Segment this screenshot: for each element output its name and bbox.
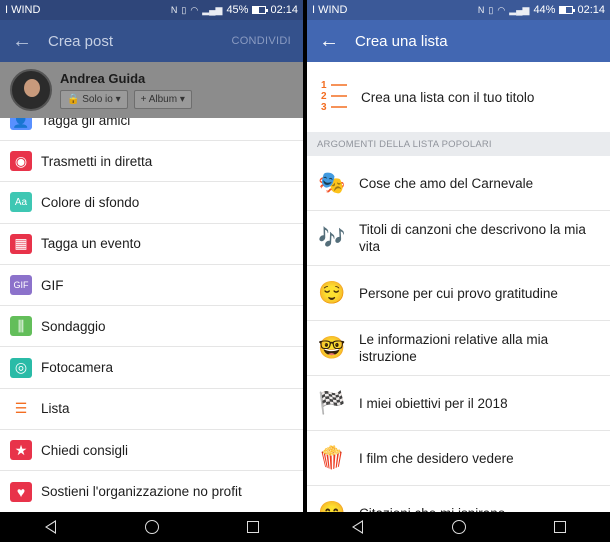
clock: 02:14 — [577, 4, 605, 16]
android-nav-bar — [307, 512, 610, 542]
poll-icon: ⫼ — [10, 316, 32, 337]
topic-item[interactable]: 🤓 Le informazioni relative alla mia istru… — [307, 321, 610, 376]
menu-item-label: Trasmetti in diretta — [41, 153, 153, 169]
create-list-label: Crea una lista con il tuo titolo — [361, 89, 535, 105]
share-button[interactable]: CONDIVIDI — [231, 35, 291, 47]
post-options-list: 👤 Tagga gli amici ◉ Trasmetti in diretta Aa C… — [0, 100, 303, 512]
topic-item[interactable]: 🎶 Titoli di canzoni che descrivono la mia… — [307, 211, 610, 266]
nav-recents-button[interactable] — [548, 515, 572, 539]
nonprofit-heart-icon: ♥ — [10, 481, 32, 502]
topic-label: Titoli di canzoni che descrivono la mia … — [359, 222, 586, 254]
music-notes-icon: 🎶 — [318, 225, 346, 250]
topic-item[interactable]: 🎭 Cose che amo del Carnevale — [307, 156, 610, 211]
menu-item-label: Chiedi consigli — [41, 442, 129, 458]
app-bar: ← Crea una lista — [307, 20, 610, 62]
clock: 02:14 — [270, 4, 298, 16]
list-icon: ☰ — [14, 400, 28, 417]
recents-square-icon — [553, 521, 566, 533]
nerd-face-icon: 🤓 — [318, 335, 346, 360]
topic-label: Le informazioni relative alla mia istruz… — [359, 332, 549, 364]
home-circle-icon — [451, 520, 466, 534]
menu-item-label: GIF — [41, 277, 64, 293]
menu-item[interactable]: ☰ Lista — [0, 387, 303, 430]
menu-item[interactable]: ♥ Sostieni l'organizzazione no profit — [0, 470, 303, 512]
status-bar: I WIND N ▯ ◠ ▂▄▆ 45% 02:14 — [0, 0, 303, 20]
topic-label: Cose che amo del Carnevale — [359, 175, 534, 191]
menu-item-label: Tagga un evento — [41, 236, 141, 252]
right-screen: I WIND N ▯ ◠ ▂▄▆ 44% 02:14 ← Crea una li… — [307, 0, 610, 542]
battery-percent: 45% — [226, 4, 249, 16]
album-selector[interactable]: + Album ▾ — [133, 90, 192, 109]
carrier-label: I WIND — [312, 4, 348, 16]
topic-label: I film che desidero vedere — [359, 450, 514, 466]
grateful-face-icon: 😌 — [318, 280, 346, 305]
app-bar: ← Crea post CONDIVIDI — [0, 20, 303, 62]
topic-label: I miei obiettivi per il 2018 — [359, 395, 508, 411]
battery-percent: 44% — [533, 4, 556, 16]
privacy-selector[interactable]: 🔒 Solo io ▾ — [60, 90, 128, 109]
signal-icon: ▂▄▆ — [202, 4, 223, 15]
menu-item[interactable]: ▦ Tagga un evento — [0, 222, 303, 264]
menu-item[interactable]: ⫼ Sondaggio — [0, 305, 303, 347]
live-video-icon: ◉ — [10, 151, 32, 172]
topic-item[interactable]: 😌 Persone per cui provo gratitudine — [307, 266, 610, 321]
menu-item[interactable]: ★ Chiedi consigli — [0, 429, 303, 471]
menu-item-label: Colore di sfondo — [41, 194, 140, 210]
nav-home-button[interactable] — [140, 515, 164, 539]
calendar-icon: ▦ — [10, 233, 32, 254]
background-color-icon: Aa — [10, 192, 32, 213]
topic-item[interactable]: 🏁 I miei obiettivi per il 2018 — [307, 376, 610, 431]
ask-recommendations-icon: ★ — [10, 440, 32, 461]
back-triangle-icon — [352, 520, 363, 534]
menu-item[interactable]: GIF GIF — [0, 263, 303, 306]
status-bar: I WIND N ▯ ◠ ▂▄▆ 44% 02:14 — [307, 0, 610, 20]
menu-item-label: Lista — [41, 401, 70, 417]
carrier-label: I WIND — [5, 4, 41, 16]
back-arrow-icon[interactable]: ← — [12, 30, 40, 53]
menu-item-label: Sondaggio — [41, 318, 106, 334]
menu-item[interactable]: Aa Colore di sfondo — [0, 181, 303, 223]
battery-icon — [252, 6, 269, 14]
menu-item-label: Fotocamera — [41, 360, 114, 376]
left-screen: I WIND N ▯ ◠ ▂▄▆ 45% 02:14 ← Crea post C… — [0, 0, 303, 542]
nav-back-button[interactable] — [39, 515, 63, 539]
topic-label: Persone per cui provo gratitudine — [359, 285, 558, 301]
camera-icon: ◎ — [10, 357, 32, 378]
menu-item-label: Sostieni l'organizzazione no profit — [41, 484, 242, 500]
nfc-icon: N — [170, 5, 178, 15]
vibrate-icon: ▯ — [488, 4, 494, 15]
vibrate-icon: ▯ — [181, 4, 187, 15]
recents-square-icon — [246, 521, 259, 533]
page-title: Crea una lista — [355, 32, 448, 50]
wifi-icon: ◠ — [497, 4, 506, 15]
menu-item[interactable]: ◎ Fotocamera — [0, 346, 303, 388]
popcorn-icon: 🍿 — [318, 445, 346, 470]
battery-icon — [559, 6, 576, 14]
topic-item[interactable]: 🍿 I film che desidero vedere — [307, 431, 610, 486]
user-name: Andrea Guida — [60, 71, 146, 86]
back-arrow-icon[interactable]: ← — [319, 30, 347, 53]
nav-home-button[interactable] — [447, 515, 471, 539]
menu-item[interactable]: ◉ Trasmetti in diretta — [0, 140, 303, 182]
gif-icon: GIF — [10, 275, 32, 296]
avatar[interactable] — [10, 69, 52, 111]
home-circle-icon — [144, 520, 159, 534]
composer-header: Andrea Guida 🔒 Solo io ▾ + Album ▾ — [0, 62, 303, 118]
carnival-mask-icon: 🎭 — [318, 170, 346, 195]
nav-back-button[interactable] — [346, 515, 370, 539]
popular-topics-header: ARGOMENTI DELLA LISTA POPOLARI — [307, 132, 610, 156]
back-triangle-icon — [45, 520, 56, 534]
numbered-list-icon: 1 2 3 — [321, 80, 349, 114]
wifi-icon: ◠ — [190, 4, 199, 15]
nfc-icon: N — [477, 5, 485, 15]
signal-icon: ▂▄▆ — [509, 4, 530, 15]
checkered-flag-icon: 🏁 — [318, 390, 346, 415]
android-nav-bar — [0, 512, 303, 542]
create-custom-list-row[interactable]: 1 2 3 Crea una lista con il tuo titolo — [307, 62, 610, 132]
popular-topics-list: 🎭 Cose che amo del Carnevale 🎶 Titoli di ca… — [307, 156, 610, 541]
page-title: Crea post — [48, 32, 114, 50]
list-lines-icon — [331, 84, 347, 108]
nav-recents-button[interactable] — [241, 515, 265, 539]
